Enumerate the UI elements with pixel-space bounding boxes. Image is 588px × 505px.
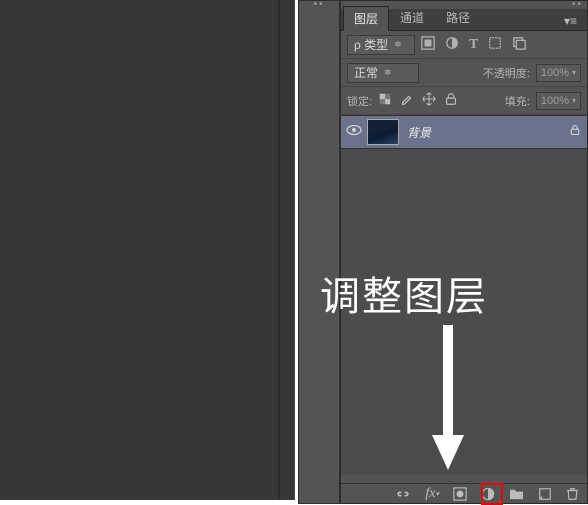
fill-field[interactable]: 100% ▾: [536, 92, 581, 110]
panel-tabs: 图层 通道 路径 ▾≡: [341, 9, 587, 31]
filter-shape-icon[interactable]: [488, 36, 502, 53]
layers-bottom-bar: fx▾: [341, 483, 587, 503]
filter-row: ρ 类型 ≑ T: [341, 31, 587, 59]
filter-kind-dropdown[interactable]: ρ 类型 ≑: [347, 35, 415, 55]
layer-mask-icon[interactable]: [453, 487, 467, 501]
panel-menu-button[interactable]: ▾≡: [560, 12, 581, 30]
layer-group-icon[interactable]: [509, 487, 524, 500]
opacity-field[interactable]: 100% ▾: [536, 64, 581, 82]
fill-label: 填充:: [505, 93, 530, 109]
lock-position-icon[interactable]: [422, 92, 436, 109]
opacity-value: 100%: [541, 67, 569, 79]
tab-layers[interactable]: 图层: [343, 6, 389, 31]
layer-style-icon[interactable]: fx▾: [425, 486, 439, 502]
lock-label: 锁定:: [347, 93, 372, 109]
layers-empty-area[interactable]: [341, 149, 587, 475]
link-layers-icon[interactable]: [395, 488, 411, 500]
layer-row[interactable]: 背景: [341, 115, 587, 149]
canvas-area[interactable]: [0, 0, 295, 500]
filter-kind-label: ρ 类型: [354, 36, 388, 53]
adjustment-layer-icon[interactable]: [481, 487, 495, 501]
layer-list: 背景: [341, 115, 587, 475]
lock-all-icon[interactable]: [444, 92, 458, 109]
blend-mode-dropdown[interactable]: 正常 ≑: [347, 63, 419, 83]
filter-type-icon[interactable]: T: [469, 37, 478, 53]
filter-smart-icon[interactable]: [512, 36, 526, 53]
layer-lock-icon: [563, 123, 587, 141]
blend-mode-label: 正常: [354, 64, 378, 81]
filter-adjust-icon[interactable]: [445, 36, 459, 53]
filter-pixel-icon[interactable]: [421, 36, 435, 53]
layers-panel: •• 图层 通道 路径 ▾≡ ρ 类型 ≑ T 正: [340, 0, 588, 504]
lock-row: 锁定: 填充: 100% ▾: [341, 87, 587, 115]
blend-row: 正常 ≑ 不透明度: 100% ▾: [341, 59, 587, 87]
layer-visibility-toggle[interactable]: [341, 123, 367, 141]
opacity-label: 不透明度:: [483, 65, 530, 81]
layer-name[interactable]: 背景: [407, 124, 563, 141]
lock-transparent-icon[interactable]: [378, 92, 392, 109]
new-layer-icon[interactable]: [538, 487, 552, 501]
layer-thumbnail[interactable]: [367, 119, 399, 145]
collapsed-panel-strip[interactable]: ••: [298, 0, 340, 504]
fill-value: 100%: [541, 95, 569, 107]
lock-pixels-icon[interactable]: [400, 92, 414, 109]
delete-layer-icon[interactable]: [566, 487, 579, 501]
